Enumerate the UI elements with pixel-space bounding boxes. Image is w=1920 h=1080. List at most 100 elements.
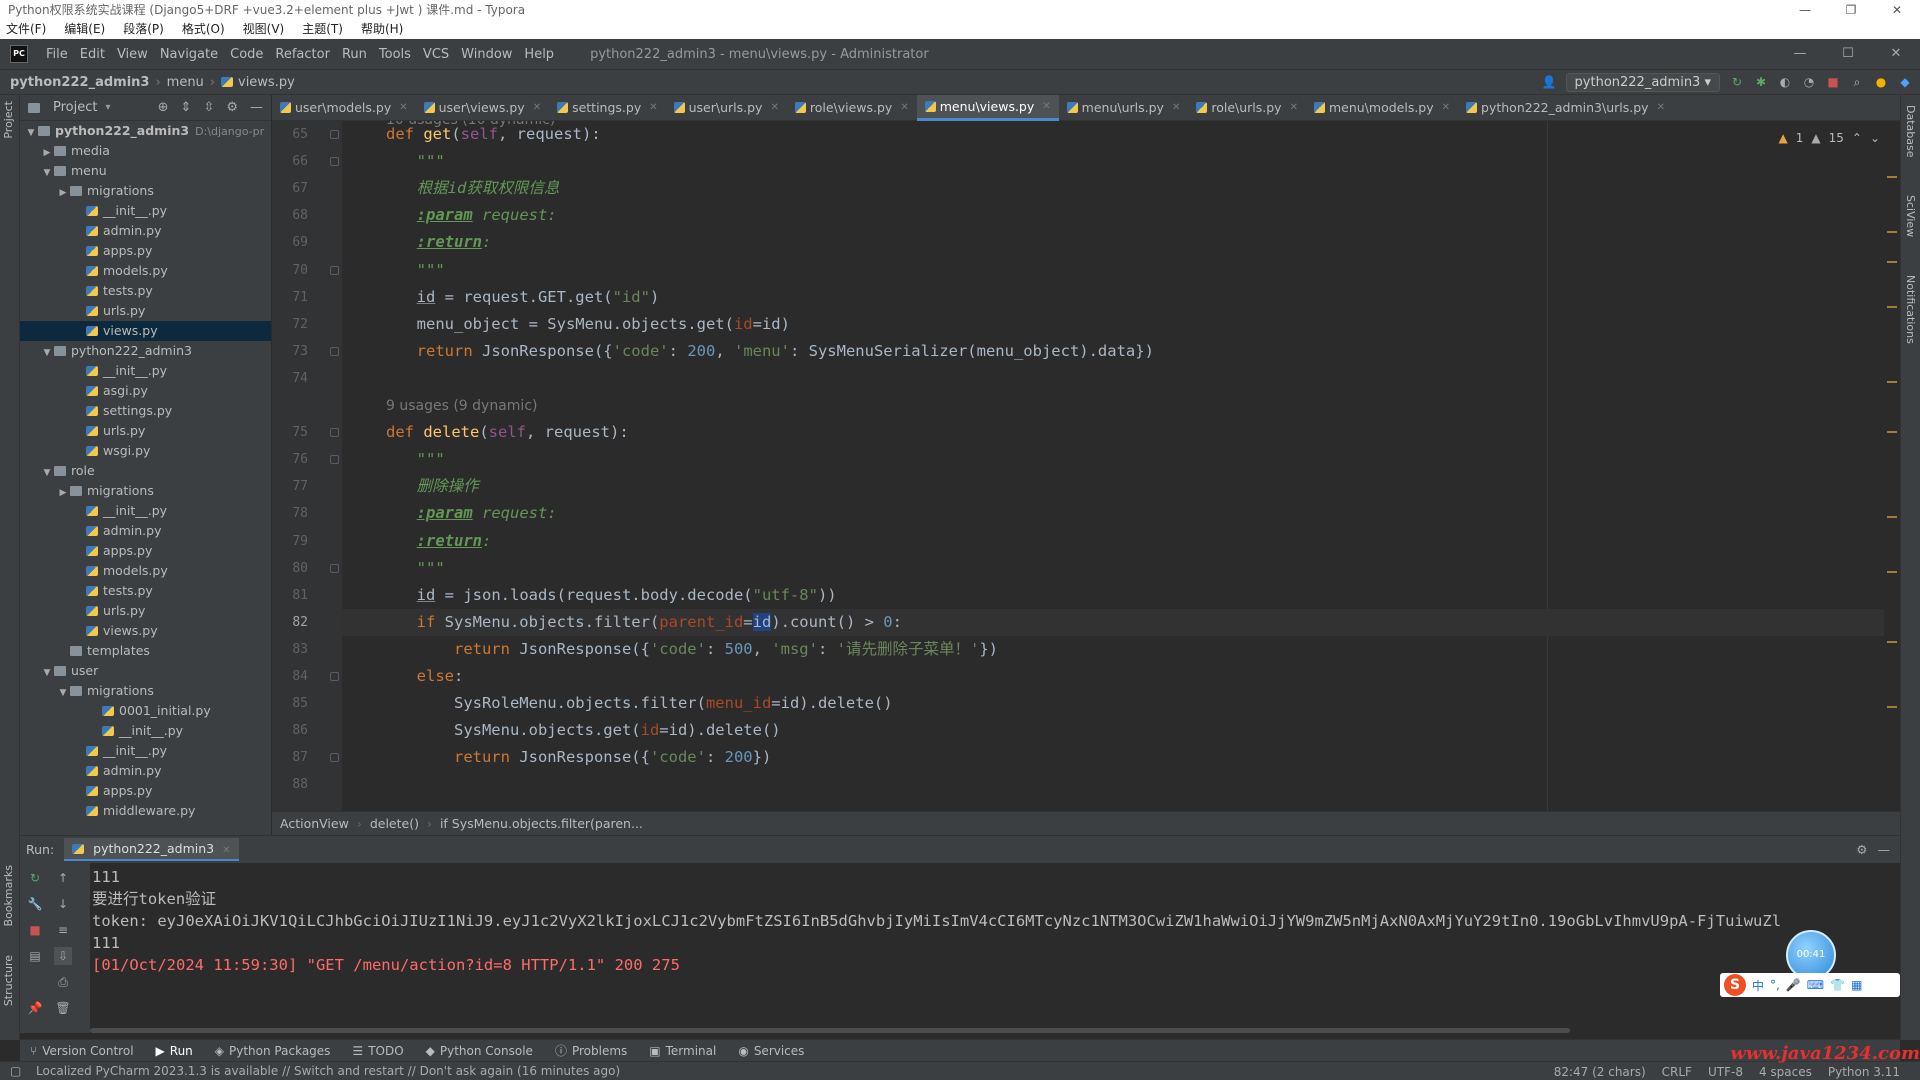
editor-tab[interactable]: menu\views.py ✕ [916,94,1059,121]
stop-icon[interactable]: ■ [26,921,44,939]
chevron-down-icon[interactable]: ▼ [56,683,70,703]
close-button[interactable]: ✕ [1874,0,1920,20]
grid-icon[interactable]: ▦ [1851,978,1862,992]
tree-folder[interactable]: ▶ media [20,141,271,161]
print-icon[interactable]: ⎙ [54,973,72,991]
line-number[interactable]: 86 [272,717,308,744]
close-icon[interactable]: ✕ [1657,102,1665,113]
line-number[interactable]: 67 [272,175,308,202]
console-horizontal-scrollbar[interactable] [90,1028,1570,1033]
notifications-tool-button[interactable]: Notifications [1904,275,1917,344]
line-number[interactable] [272,392,308,419]
bookmarks-tool-button[interactable]: Bookmarks [2,865,15,926]
editor-tab[interactable]: user\views.py ✕ [416,95,549,121]
minimize-button[interactable]: — [1782,0,1828,20]
tree-folder[interactable]: ▼ python222_admin3 D:\django-pr [20,121,271,141]
warning-marker[interactable] [1887,516,1897,518]
project-tool-button[interactable]: Project [2,101,15,139]
menu-view[interactable]: View [111,47,154,62]
warning-marker[interactable] [1887,641,1897,643]
status-message[interactable]: Localized PyCharm 2023.1.3 is available … [36,1064,620,1078]
tree-file[interactable]: admin.py [20,761,271,781]
tree-file[interactable]: apps.py [20,241,271,261]
close-icon[interactable]: ✕ [399,102,407,113]
tree-file[interactable]: settings.py [20,401,271,421]
tree-file[interactable]: __init__.py [20,501,271,521]
scroll-to-end-icon[interactable]: ⇩ [54,947,72,965]
run-console[interactable]: 111 要进行token验证 token: eyJ0eXAiOiJKV1QiLCJh… [90,863,1900,1033]
typora-menu-file[interactable]: 文件(F) [4,20,48,39]
rerun-icon[interactable]: ↻ [26,869,44,887]
editor-tab[interactable]: role\views.py ✕ [787,95,917,121]
tree-folder[interactable]: ▼ user [20,661,271,681]
breadcrumb-statement[interactable]: if SysMenu.objects.filter(paren... [440,816,643,831]
inspection-widget[interactable]: ▲ 1 ▲ 15 ⌃ ⌄ [1778,131,1880,145]
soft-wrap-icon[interactable]: ≡ [54,921,72,939]
line-number[interactable]: 75 [272,419,308,446]
line-separator[interactable]: CRLF [1662,1065,1692,1079]
profile-icon[interactable]: ◔ [1802,75,1816,89]
line-number[interactable]: 71 [272,284,308,311]
nav-crumb-folder[interactable]: menu [167,75,204,90]
tree-file[interactable]: apps.py [20,781,271,801]
typora-menu-help[interactable]: 帮助(H) [359,20,405,39]
close-icon[interactable]: ✕ [1442,102,1450,113]
skin-icon[interactable]: 👕 [1830,978,1845,992]
line-number[interactable]: 88 [272,771,308,798]
chevron-down-icon[interactable]: ▼ [40,663,54,683]
menu-refactor[interactable]: Refactor [269,47,336,62]
run-tab[interactable]: python222_admin3 ✕ [64,838,239,861]
breadcrumb-method[interactable]: delete() [370,816,419,831]
project-panel-title[interactable]: Project [53,100,97,115]
tree-file[interactable]: tests.py [20,581,271,601]
line-number[interactable]: 76 [272,446,308,473]
line-number[interactable]: 81 [272,582,308,609]
file-encoding[interactable]: UTF-8 [1708,1065,1743,1079]
line-number[interactable]: 78 [272,500,308,527]
editor-tab[interactable]: user\models.py ✕ [272,95,416,121]
ime-punctuation[interactable]: °, [1770,978,1780,992]
line-number[interactable]: 80 [272,555,308,582]
pin-icon[interactable]: 📌 [26,999,44,1017]
tree-file[interactable]: urls.py [20,301,271,321]
close-icon[interactable]: ✕ [222,845,230,856]
line-number[interactable]: 83 [272,636,308,663]
chevron-down-icon[interactable]: ▾ [105,102,110,113]
chevron-down-icon[interactable]: ▼ [40,463,54,483]
editor-tab[interactable]: settings.py ✕ [549,95,666,121]
ide-minimize-button[interactable]: — [1776,39,1824,69]
ide-maximize-button[interactable]: ☐ [1824,39,1872,69]
fold-marker-icon[interactable] [330,753,339,763]
trash-icon[interactable]: 🗑 [54,999,72,1017]
search-icon[interactable]: ⌕ [1850,75,1864,89]
hide-icon[interactable]: — [250,100,263,115]
code-editor[interactable]: 10 usages (10 dynamic) def get(self, req… [342,121,1902,811]
fold-marker-icon[interactable] [330,265,339,275]
tree-file[interactable]: __init__.py [20,721,271,741]
close-icon[interactable]: ✕ [900,102,908,113]
tool-tab-terminal[interactable]: ▣ Terminal [649,1044,716,1058]
close-icon[interactable]: ✕ [533,102,541,113]
typora-menu-edit[interactable]: 编辑(E) [62,20,107,39]
sogou-logo-icon[interactable]: S [1724,974,1746,996]
typora-menu-view[interactable]: 视图(V) [241,20,287,39]
tree-file[interactable]: __init__.py [20,361,271,381]
line-number[interactable]: 82 [272,609,308,636]
wrench-icon[interactable]: 🔧 [26,895,44,913]
tree-file[interactable]: models.py [20,261,271,281]
fold-marker-icon[interactable] [330,157,339,167]
gear-icon[interactable]: ⚙ [1856,842,1867,857]
tree-file[interactable]: apps.py [20,541,271,561]
update-icon[interactable]: ● [1874,75,1888,89]
chevron-down-icon[interactable]: ▼ [40,343,54,363]
tool-tab-python-packages[interactable]: ◈ Python Packages [215,1044,331,1058]
close-icon[interactable]: ✕ [1172,102,1180,113]
close-icon[interactable]: ✕ [770,102,778,113]
chevron-down-icon[interactable]: ▼ [24,123,38,143]
menu-vcs[interactable]: VCS [417,47,455,62]
warning-marker[interactable] [1887,381,1897,383]
tool-tab-problems[interactable]: ⓘ Problems [555,1042,627,1059]
ime-chinese-mode[interactable]: 中 [1752,977,1764,994]
line-number[interactable]: 84 [272,663,308,690]
indent-setting[interactable]: 4 spaces [1759,1065,1812,1079]
